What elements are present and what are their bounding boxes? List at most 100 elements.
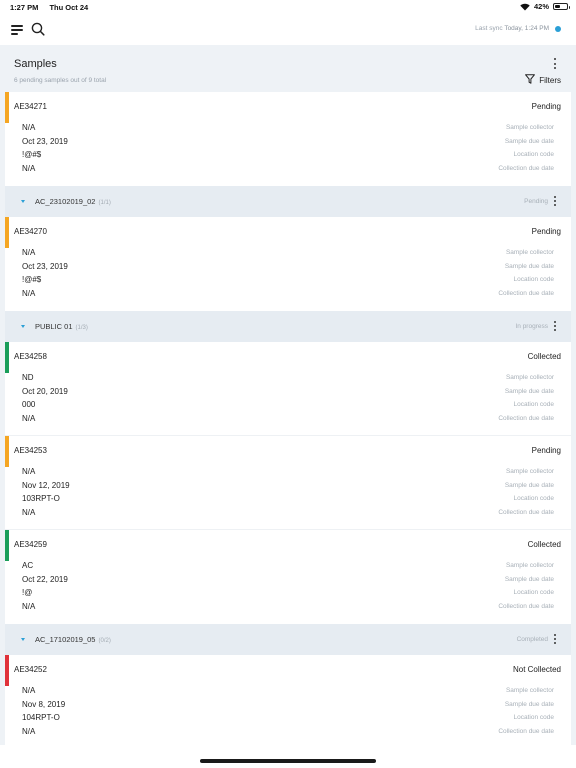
field-row-due: Oct 23, 2019 Sample due date (22, 137, 554, 151)
field-label: Location code (513, 714, 554, 721)
sample-card[interactable]: AE34271 Pending N/A Sample collector Oct 23,… (5, 92, 571, 186)
field-value: N/A (22, 727, 36, 736)
field-value: N/A (22, 414, 36, 423)
status-bar: 1:27 PM Thu Oct 24 42% (0, 0, 576, 14)
field-label: Collection due date (498, 165, 554, 172)
field-value: Oct 20, 2019 (22, 387, 68, 396)
field-label: Location code (513, 589, 554, 596)
sample-status: Pending (531, 227, 561, 236)
field-row-location: 103RPT-O Location code (22, 494, 554, 508)
sample-card[interactable]: AE34252 Not Collected N/A Sample collector N… (5, 655, 571, 749)
field-row-collection-due: N/A Collection due date (22, 508, 554, 522)
field-value: N/A (22, 248, 36, 257)
more-options-icon[interactable] (553, 58, 557, 69)
sample-status: Not Collected (512, 665, 561, 674)
group-header[interactable]: PUBLIC 01 (1/3) In progress (5, 311, 571, 342)
field-label: Collection due date (498, 603, 554, 610)
field-label: Location code (513, 401, 554, 408)
group-name: PUBLIC 01 (1/3) (35, 322, 88, 331)
group-status: Pending (524, 198, 548, 205)
field-value: Oct 22, 2019 (22, 575, 68, 584)
field-row-location: !@#$ Location code (22, 150, 554, 164)
sample-status: Collected (527, 540, 561, 549)
group-more-icon[interactable] (553, 196, 557, 206)
sample-status: Pending (531, 102, 561, 111)
group-more-icon[interactable] (553, 321, 557, 331)
field-value: 104RPT-O (22, 713, 60, 722)
filters-label: Filters (539, 75, 561, 85)
filters-button[interactable]: Filters (525, 74, 561, 86)
menu-icon[interactable] (11, 24, 23, 35)
sample-id: AE34271 (14, 102, 47, 111)
caret-down-icon[interactable] (21, 325, 25, 328)
battery-percent: 42% (533, 2, 549, 11)
field-value: Nov 12, 2019 (22, 481, 70, 490)
group-more-icon[interactable] (553, 634, 557, 644)
group-status: In progress (515, 323, 548, 330)
status-time-date: 1:27 PM Thu Oct 24 (10, 3, 97, 12)
sync-status-dot (555, 26, 561, 32)
field-label: Sample due date (504, 388, 554, 395)
status-color-bar (5, 655, 9, 686)
sample-card[interactable]: AE34258 Collected ND Sample collector Oct 20… (5, 342, 571, 436)
group-name: AC_23102019_02 (1/1) (35, 197, 111, 206)
field-value: N/A (22, 686, 36, 695)
status-color-bar (5, 217, 9, 248)
field-row-collection-due: N/A Collection due date (22, 164, 554, 178)
battery-icon (553, 3, 570, 10)
field-value: Nov 8, 2019 (22, 700, 66, 709)
field-value: !@#$ (22, 275, 42, 284)
status-color-bar (5, 342, 9, 373)
field-label: Location code (513, 276, 554, 283)
field-row-collector: N/A Sample collector (22, 686, 554, 700)
group-count: (1/3) (75, 325, 88, 331)
field-label: Sample due date (504, 482, 554, 489)
sample-card[interactable]: AE34253 Pending N/A Sample collector Nov 12,… (5, 436, 571, 530)
field-value: N/A (22, 602, 36, 611)
field-row-collector: ND Sample collector (22, 373, 554, 387)
sample-list: AE34271 Pending N/A Sample collector Oct 23,… (5, 92, 571, 749)
sample-card[interactable]: AE34270 Pending N/A Sample collector Oct 23,… (5, 217, 571, 311)
field-label: Sample collector (505, 249, 554, 256)
sample-status: Collected (527, 352, 561, 361)
field-row-collection-due: N/A Collection due date (22, 602, 554, 616)
field-label: Collection due date (498, 415, 554, 422)
field-row-due: Nov 8, 2019 Sample due date (22, 700, 554, 714)
field-value: N/A (22, 164, 36, 173)
field-row-due: Oct 20, 2019 Sample due date (22, 387, 554, 401)
field-row-due: Oct 23, 2019 Sample due date (22, 262, 554, 276)
page-title: Samples (14, 58, 57, 70)
pending-summary: 6 pending samples out of 9 total (14, 77, 107, 84)
field-value: !@#$ (22, 150, 42, 159)
sample-card[interactable]: AE34259 Collected AC Sample collector Oct 22… (5, 530, 571, 624)
group-header[interactable]: AC_17102019_05 (0/2) Completed (5, 624, 571, 655)
home-indicator[interactable] (200, 759, 376, 763)
top-bar: Last sync Today, 1:24 PM (0, 14, 576, 45)
group-title: AC_17102019_05 (35, 635, 96, 644)
sample-id: AE34253 (14, 446, 47, 455)
sample-id: AE34270 (14, 227, 47, 236)
field-row-location: !@#$ Location code (22, 275, 554, 289)
field-row-collector: N/A Sample collector (22, 248, 554, 262)
field-label: Collection due date (498, 509, 554, 516)
field-row-collector: N/A Sample collector (22, 123, 554, 137)
group-header[interactable]: AC_23102019_02 (1/1) Pending (5, 186, 571, 217)
last-sync-label: Last sync (475, 25, 503, 32)
field-value: N/A (22, 289, 36, 298)
sample-id: AE34259 (14, 540, 47, 549)
field-value: Oct 23, 2019 (22, 262, 68, 271)
group-title: AC_23102019_02 (35, 197, 96, 206)
search-icon[interactable] (31, 22, 45, 36)
field-label: Sample collector (505, 468, 554, 475)
caret-down-icon[interactable] (21, 638, 25, 641)
field-value: N/A (22, 467, 36, 476)
caret-down-icon[interactable] (21, 200, 25, 203)
field-value: AC (22, 561, 34, 570)
last-sync-value: Today, 1:24 PM (504, 25, 549, 32)
field-row-due: Oct 22, 2019 Sample due date (22, 575, 554, 589)
samples-header: Samples 6 pending samples out of 9 total… (0, 45, 576, 92)
field-value: ND (22, 373, 34, 382)
field-label: Collection due date (498, 290, 554, 297)
group-name: AC_17102019_05 (0/2) (35, 635, 111, 644)
field-row-collection-due: N/A Collection due date (22, 727, 554, 741)
